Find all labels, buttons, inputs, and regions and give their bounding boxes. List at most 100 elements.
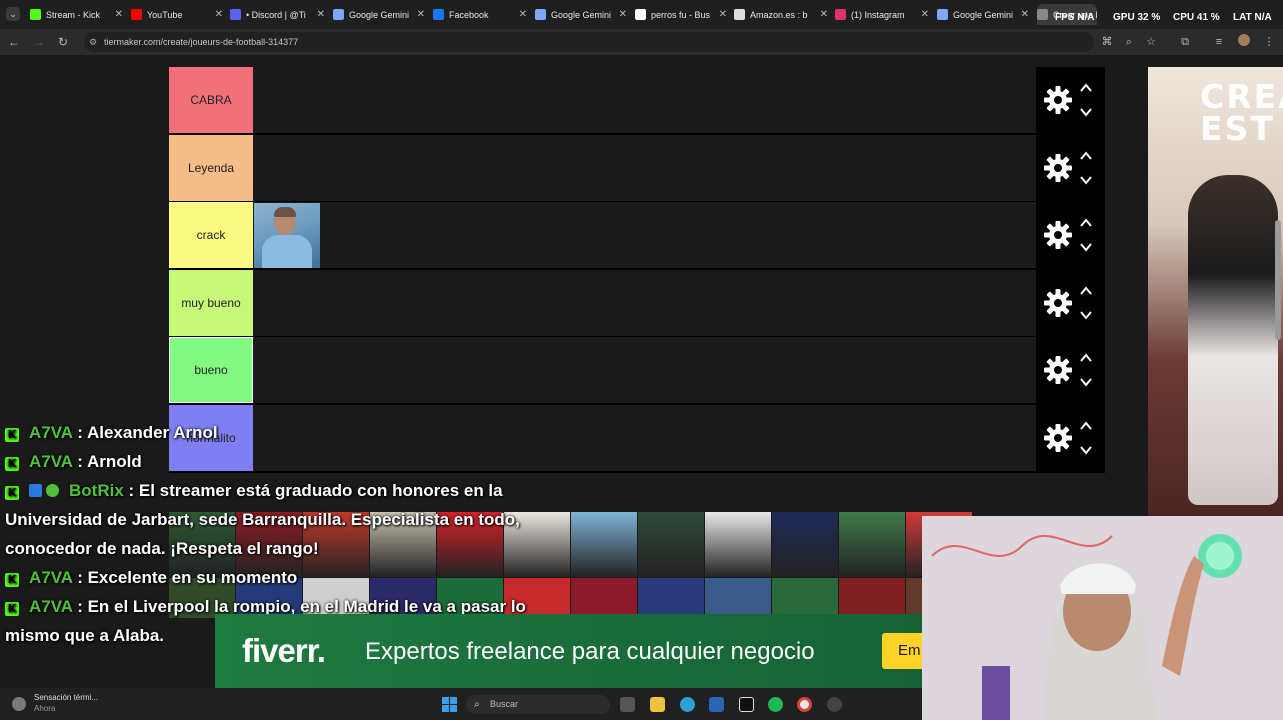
chrome-icon[interactable] [797, 697, 812, 712]
player-thumbnail[interactable] [571, 578, 637, 618]
weather-title[interactable]: Sensación térmi... [34, 693, 98, 702]
gear-icon[interactable] [1042, 354, 1074, 386]
tier-row: Leyenda [169, 134, 1105, 203]
chevron-up-icon[interactable] [1079, 419, 1093, 433]
chevron-up-icon[interactable] [1079, 216, 1093, 230]
chevron-down-icon[interactable] [1079, 105, 1093, 119]
zoom-icon[interactable]: ⌕ [1122, 34, 1136, 50]
tab-close-icon[interactable]: ✕ [1021, 9, 1029, 20]
player-thumbnail[interactable] [772, 512, 838, 577]
browser-tab[interactable]: perros fu - Bus ✕ [635, 4, 727, 25]
fiverr-logo: fiverr. [242, 632, 326, 669]
kick-badge-icon: K [5, 602, 19, 616]
tab-label: Google Gemini [953, 9, 1014, 20]
scrollbar-thumb[interactable] [1275, 220, 1281, 340]
tier-drop-zone[interactable] [253, 202, 1036, 268]
player-image[interactable] [254, 203, 320, 268]
tier-label[interactable]: CABRA [169, 67, 253, 133]
edge-icon[interactable] [680, 697, 695, 712]
tab-favicon-icon [937, 9, 948, 20]
tier-label[interactable]: Leyenda [169, 134, 253, 201]
reload-icon[interactable]: ↻ [55, 33, 71, 51]
tier-label[interactable]: muy bueno [169, 269, 253, 336]
browser-tab[interactable]: Amazon.es : b ✕ [734, 4, 828, 25]
player-thumbnail[interactable] [839, 578, 905, 618]
browser-tab-bar: ⌄ Stream - Kick ✕ YouTube ✕ • Discord | @Ti ✕… [0, 0, 1283, 29]
y-app-icon[interactable] [739, 697, 754, 712]
bookmark-star-icon[interactable]: ☆ [1144, 34, 1158, 50]
side-ad-image[interactable]: CREA EST [1148, 67, 1283, 519]
player-thumbnail[interactable] [705, 578, 771, 618]
url-text: tiermaker.com/create/joueurs-de-football… [104, 37, 299, 47]
file-explorer-icon[interactable] [650, 697, 665, 712]
tab-close-icon[interactable]: ✕ [619, 9, 627, 20]
tier-drop-zone[interactable] [253, 337, 1036, 403]
address-bar[interactable]: ⚙ tiermaker.com/create/joueurs-de-footba… [84, 32, 1094, 52]
back-icon[interactable]: ← [6, 33, 22, 51]
chevron-down-icon[interactable] [1079, 308, 1093, 322]
search-icon: ⌕ [474, 699, 480, 710]
store-icon[interactable] [709, 697, 724, 712]
spotify-icon[interactable] [768, 697, 783, 712]
gear-icon[interactable] [1042, 219, 1074, 251]
tier-drop-zone[interactable] [253, 269, 1036, 336]
tier-drop-zone[interactable] [253, 67, 1036, 133]
tier-drop-zone[interactable] [253, 134, 1036, 201]
tab-close-icon[interactable]: ✕ [417, 9, 425, 20]
gear-icon[interactable] [1042, 152, 1074, 184]
browser-tab[interactable]: Stream - Kick ✕ [30, 4, 123, 25]
translate-icon[interactable]: ⌘ [1100, 34, 1114, 50]
tier-label[interactable]: crack [169, 202, 253, 268]
player-thumbnail[interactable] [638, 512, 704, 577]
chevron-down-icon[interactable] [1079, 240, 1093, 254]
tab-close-icon[interactable]: ✕ [317, 9, 325, 20]
browser-menu-icon[interactable]: ⋮ [1262, 34, 1276, 50]
player-thumbnail[interactable] [839, 512, 905, 577]
browser-tab[interactable]: Google Gemini ✕ [333, 4, 425, 25]
weather-icon[interactable] [12, 697, 26, 711]
profile-avatar-icon[interactable] [1237, 34, 1251, 50]
tab-close-icon[interactable]: ✕ [519, 9, 527, 20]
bot-badge-icon [29, 484, 42, 497]
taskbar-search[interactable]: ⌕ Buscar [466, 695, 610, 714]
tab-favicon-icon [333, 9, 344, 20]
site-info-icon[interactable]: ⚙ [89, 32, 97, 52]
fiverr-ad-banner[interactable]: fiverr. Expertos freelance para cualquie… [215, 614, 942, 688]
extensions-icon[interactable]: ⧉ [1178, 34, 1192, 50]
player-thumbnail[interactable] [638, 578, 704, 618]
tab-close-icon[interactable]: ✕ [115, 9, 123, 20]
chevron-up-icon[interactable] [1079, 351, 1093, 365]
forward-icon[interactable]: → [31, 33, 47, 51]
browser-tab[interactable]: Google Gemini ✕ [535, 4, 627, 25]
chat-text: Arnold [86, 452, 142, 471]
browser-tab[interactable]: Facebook ✕ [433, 4, 527, 25]
browser-toolbar: ← → ↻ ⚙ tiermaker.com/create/joueurs-de-… [0, 29, 1283, 55]
player-thumbnail[interactable] [571, 512, 637, 577]
task-view-icon[interactable] [620, 697, 635, 712]
gear-icon[interactable] [1042, 422, 1074, 454]
gear-icon[interactable] [1042, 84, 1074, 116]
chevron-up-icon[interactable] [1079, 81, 1093, 95]
tab-close-icon[interactable]: ✕ [820, 9, 828, 20]
chevron-up-icon[interactable] [1079, 284, 1093, 298]
player-thumbnail[interactable] [772, 578, 838, 618]
reading-list-icon[interactable]: ≡ [1212, 34, 1226, 50]
tier-label[interactable]: bueno [169, 337, 253, 403]
player-thumbnail[interactable] [705, 512, 771, 577]
windows-start-icon[interactable] [442, 697, 457, 712]
browser-tab[interactable]: (1) Instagram ✕ [835, 4, 929, 25]
chevron-down-icon[interactable] [1079, 375, 1093, 389]
tab-search-menu-icon[interactable]: ⌄ [6, 7, 20, 21]
fiverr-ad-text: Expertos freelance para cualquier negoci… [365, 638, 815, 665]
browser-tab[interactable]: YouTube ✕ [131, 4, 223, 25]
browser-tab[interactable]: • Discord | @Ti ✕ [230, 4, 325, 25]
chevron-up-icon[interactable] [1079, 149, 1093, 163]
chevron-down-icon[interactable] [1079, 443, 1093, 457]
chevron-down-icon[interactable] [1079, 173, 1093, 187]
gear-icon[interactable] [1042, 287, 1074, 319]
tab-close-icon[interactable]: ✕ [215, 9, 223, 20]
browser-tab[interactable]: Google Gemini ✕ [937, 4, 1029, 25]
tab-close-icon[interactable]: ✕ [921, 9, 929, 20]
tab-close-icon[interactable]: ✕ [719, 9, 727, 20]
obs-icon[interactable] [827, 697, 842, 712]
